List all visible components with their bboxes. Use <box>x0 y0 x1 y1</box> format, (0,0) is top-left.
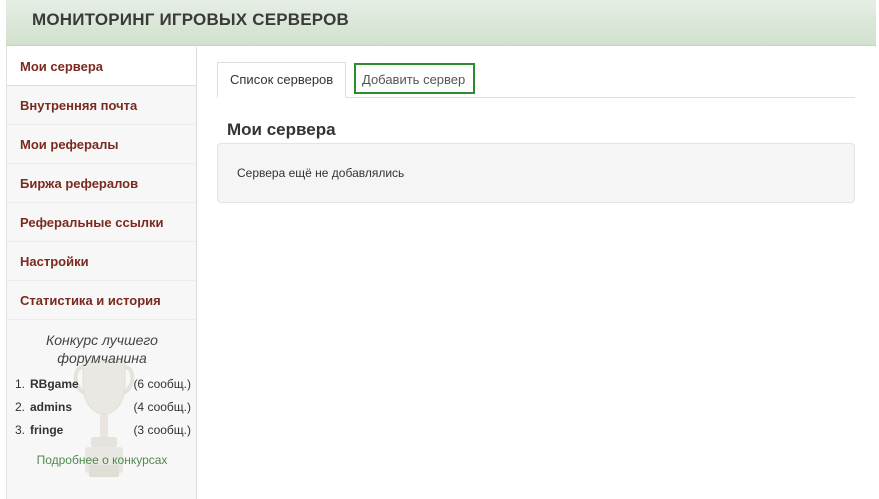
contest-widget: Конкурс лучшего форумчанина 1. RBgame (6… <box>7 331 197 481</box>
main-content: Список серверов Добавить сервер Мои серв… <box>197 47 876 499</box>
contest-leader-row: 3. fringe (3 сообщ.) <box>15 423 191 441</box>
leader-rank: 1. <box>15 377 26 391</box>
contest-more-link[interactable]: Подробнее о конкурсах <box>7 453 197 467</box>
leader-name: RBgame <box>30 377 79 391</box>
page-title: Мои сервера <box>227 120 336 139</box>
site-title: МОНИТОРИНГ ИГРОВЫХ СЕРВЕРОВ <box>32 10 350 29</box>
contest-title-line2: форумчанина <box>57 350 147 366</box>
contest-leader-row: 2. admins (4 сообщ.) <box>15 400 191 418</box>
leader-count: (3 сообщ.) <box>133 423 191 437</box>
tab-bar: Список серверов Добавить сервер <box>217 62 855 98</box>
leader-count: (4 сообщ.) <box>133 400 191 414</box>
leader-name: fringe <box>30 423 64 437</box>
leader-rank: 2. <box>15 400 26 414</box>
tab-add-server[interactable]: Добавить сервер <box>354 63 475 94</box>
contest-leader-row: 1. RBgame (6 сообщ.) <box>15 377 191 395</box>
sidebar-item-mail[interactable]: Внутренняя почта <box>7 86 196 125</box>
sidebar-item-statistics[interactable]: Статистика и история <box>7 281 196 320</box>
contest-title: Конкурс лучшего форумчанина <box>7 331 197 367</box>
sidebar-item-my-servers[interactable]: Мои сервера <box>7 47 196 86</box>
leader-count: (6 сообщ.) <box>133 377 191 391</box>
site-header: МОНИТОРИНГ ИГРОВЫХ СЕРВЕРОВ <box>6 0 876 46</box>
tab-server-list[interactable]: Список серверов <box>217 62 346 98</box>
sidebar-item-settings[interactable]: Настройки <box>7 242 196 281</box>
sidebar-item-referral-links[interactable]: Реферальные ссылки <box>7 203 196 242</box>
empty-state-box: Сервера ещё не добавлялись <box>217 143 855 203</box>
sidebar: Мои сервера Внутренняя почта Мои реферал… <box>7 47 197 499</box>
leader-name: admins <box>30 400 73 414</box>
empty-state-message: Сервера ещё не добавлялись <box>237 166 405 180</box>
contest-title-line1: Конкурс лучшего <box>46 332 158 348</box>
leader-rank: 3. <box>15 423 26 437</box>
sidebar-item-referral-exchange[interactable]: Биржа рефералов <box>7 164 196 203</box>
sidebar-item-referrals[interactable]: Мои рефералы <box>7 125 196 164</box>
